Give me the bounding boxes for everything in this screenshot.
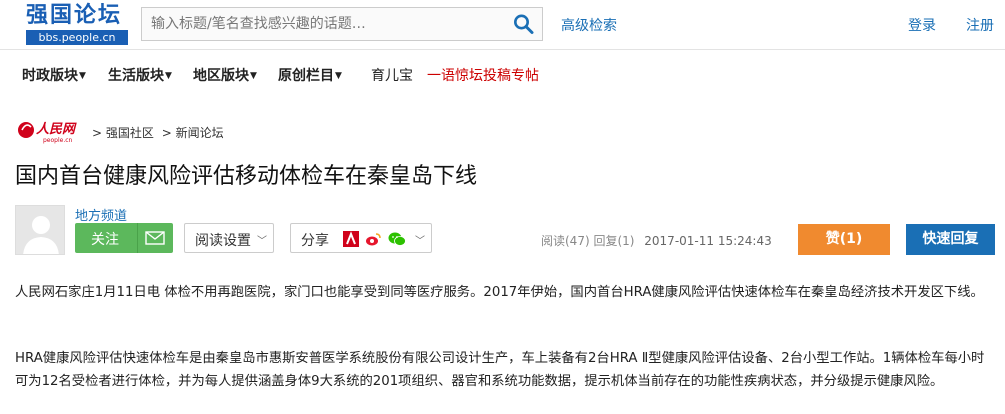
nav-item-region[interactable]: 地区版块▼ bbox=[193, 65, 257, 85]
breadcrumb-item-news-forum[interactable]: > 新闻论坛 bbox=[162, 126, 224, 140]
register-link[interactable]: 注册 bbox=[966, 15, 994, 35]
avatar[interactable] bbox=[15, 205, 65, 255]
breadcrumb-item-community[interactable]: > 强国社区 bbox=[92, 126, 154, 140]
reading-settings-label: 阅读设置 bbox=[195, 233, 251, 249]
article-paragraph: 人民网石家庄1月11日电 体检不用再跑医院，家门口也能享受到同等医疗服务。201… bbox=[15, 285, 984, 300]
weibo-icon[interactable] bbox=[365, 231, 381, 247]
nav-item-label: 时政版块 bbox=[22, 68, 78, 84]
wechat-icon[interactable] bbox=[388, 231, 406, 247]
post-stats: 阅读(47) 回复(1) bbox=[541, 234, 635, 248]
people-share-icon[interactable] bbox=[343, 231, 359, 247]
logo-domain: bbs.people.cn bbox=[26, 30, 128, 45]
dropdown-arrow-icon: ▼ bbox=[335, 71, 342, 81]
nav-item-label: 地区版块 bbox=[193, 68, 249, 84]
search-icon[interactable] bbox=[512, 13, 536, 35]
advanced-search-link[interactable]: 高级检索 bbox=[561, 15, 617, 35]
site-header: 强国论坛 bbs.people.cn 高级检索 登录 注册 bbox=[0, 0, 1005, 50]
share-label: 分享 bbox=[301, 233, 329, 249]
post-timestamp: 2017-01-11 15:24:43 bbox=[644, 234, 772, 248]
nav-item-original[interactable]: 原创栏目▼ bbox=[278, 65, 342, 85]
author-channel-link[interactable]: 地方频道 bbox=[75, 205, 127, 224]
post-meta: 阅读(47) 回复(1) 2017-01-11 15:24:43 bbox=[541, 232, 772, 249]
logo-title: 强国论坛 bbox=[26, 3, 123, 28]
page-title: 国内首台健康风险评估移动体检车在秦皇岛下线 bbox=[15, 164, 478, 189]
search-input[interactable] bbox=[142, 8, 502, 40]
chevron-down-icon: ﹀ bbox=[257, 236, 267, 247]
nav-link-submission[interactable]: 一语惊坛投稿专帖 bbox=[427, 65, 539, 85]
site-logo[interactable]: 强国论坛 bbs.people.cn bbox=[26, 3, 130, 47]
reading-settings-dropdown[interactable]: 阅读设置 ﹀ bbox=[184, 223, 274, 253]
article-paragraph: HRA健康风险评估快速体检车是由秦皇岛市惠斯安普医学系统股份有限公司设计生产，车… bbox=[15, 351, 985, 389]
nav-item-label: 生活版块 bbox=[108, 68, 164, 84]
like-button[interactable]: 赞(1) bbox=[798, 224, 890, 255]
main-nav: 时政版块▼ 生活版块▼ 地区版块▼ 原创栏目▼ 育儿宝 一语惊坛投稿专帖 bbox=[0, 56, 1005, 92]
mail-icon[interactable] bbox=[145, 230, 165, 246]
follow-label: 关注 bbox=[91, 232, 119, 248]
dropdown-arrow-icon: ▼ bbox=[165, 71, 172, 81]
people-logo-sub: people.cn bbox=[43, 137, 73, 144]
nav-item-politics[interactable]: 时政版块▼ bbox=[22, 65, 86, 85]
search-box bbox=[141, 7, 543, 41]
quick-reply-button[interactable]: 快速回复 bbox=[906, 224, 995, 255]
people-logo-text: 人民网 bbox=[36, 121, 77, 137]
dropdown-arrow-icon: ▼ bbox=[250, 71, 257, 81]
nav-item-label: 原创栏目 bbox=[278, 68, 334, 84]
follow-button[interactable]: 关注 bbox=[75, 223, 173, 253]
login-link[interactable]: 登录 bbox=[908, 15, 936, 35]
breadcrumb: > 强国社区 > 新闻论坛 bbox=[92, 124, 224, 141]
nav-item-life[interactable]: 生活版块▼ bbox=[108, 65, 172, 85]
divider bbox=[137, 223, 138, 253]
dropdown-arrow-icon: ▼ bbox=[79, 71, 86, 81]
nav-link-parenting[interactable]: 育儿宝 bbox=[371, 65, 413, 85]
share-bar: 分享 ﹀ bbox=[290, 223, 432, 253]
people-logo[interactable]: 人民网 people.cn bbox=[16, 118, 88, 144]
chevron-down-icon[interactable]: ﹀ bbox=[415, 232, 425, 247]
